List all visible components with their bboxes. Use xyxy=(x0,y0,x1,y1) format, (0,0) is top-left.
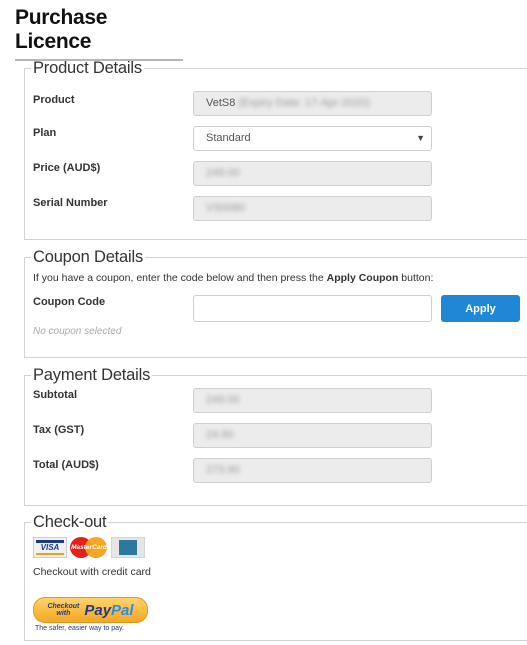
page-title: Purchase Licence xyxy=(15,6,183,61)
price-field: 249.00 xyxy=(193,161,432,186)
visa-icon[interactable]: VISA xyxy=(33,537,67,558)
coupon-details-section: Coupon Details If you have a coupon, ent… xyxy=(24,248,527,358)
paypal-logo-icon: PayPal xyxy=(84,602,133,619)
plan-label: Plan xyxy=(33,127,57,139)
product-expiry-blurred: (Expiry Date: 17-Apr-2020) xyxy=(238,97,370,109)
coupon-code-input[interactable] xyxy=(193,295,432,322)
mastercard-icon[interactable]: MasterCard xyxy=(70,537,108,558)
paypal-tagline: The safer, easier way to pay. xyxy=(35,625,124,632)
amex-icon[interactable] xyxy=(111,537,145,558)
tax-value-blurred: 24.90 xyxy=(206,429,234,441)
product-details-section: Product Details Product VetS8 (Expiry Da… xyxy=(24,59,527,240)
checkout-legend: Check-out xyxy=(33,513,107,531)
price-value-blurred: 249.00 xyxy=(206,167,240,179)
plan-select[interactable]: Standard ▼ xyxy=(193,126,432,151)
apply-coupon-button[interactable]: Apply Coupon xyxy=(441,295,520,342)
payment-details-section: Payment Details Subtotal 249.00 Tax (GST… xyxy=(24,366,527,506)
credit-card-text[interactable]: Checkout with credit card xyxy=(33,566,151,578)
total-value-blurred: 273.90 xyxy=(206,464,240,476)
product-label: Product xyxy=(33,94,75,106)
chevron-down-icon: ▼ xyxy=(416,133,425,143)
total-field: 273.90 xyxy=(193,458,432,483)
payment-details-legend: Payment Details xyxy=(33,366,151,384)
paypal-checkout-with: Checkout with xyxy=(47,603,79,617)
total-label: Total (AUD$) xyxy=(33,459,99,471)
product-value: VetS8 xyxy=(206,97,236,109)
plan-selected-value: Standard xyxy=(206,132,251,144)
instruction-suffix: button: xyxy=(398,272,434,284)
coupon-instructions: If you have a coupon, enter the code bel… xyxy=(33,272,433,284)
tax-label: Tax (GST) xyxy=(33,424,85,436)
product-field: VetS8 (Expiry Date: 17-Apr-2020) xyxy=(193,91,432,116)
subtotal-field: 249.00 xyxy=(193,388,432,413)
coupon-code-label: Coupon Code xyxy=(33,296,106,308)
price-label: Price (AUD$) xyxy=(33,162,101,174)
coupon-details-legend: Coupon Details xyxy=(33,248,144,266)
serial-label: Serial Number xyxy=(33,197,108,209)
paypal-line2: with xyxy=(56,610,71,617)
subtotal-label: Subtotal xyxy=(33,389,77,401)
paypal-checkout-button[interactable]: Checkout with PayPal xyxy=(33,597,148,623)
serial-value-blurred: VS0080 xyxy=(206,202,246,214)
tax-field: 24.90 xyxy=(193,423,432,448)
checkout-section: Check-out VISA MasterCard Checkout with … xyxy=(24,513,527,641)
mastercard-text: MasterCard xyxy=(71,544,107,551)
coupon-status: No coupon selected xyxy=(33,326,122,337)
paypal-pay: Pay xyxy=(84,601,112,619)
instruction-bold: Apply Coupon xyxy=(326,272,399,284)
product-details-legend: Product Details xyxy=(33,59,142,77)
instruction-text: If you have a coupon, enter the code bel… xyxy=(33,272,327,284)
paypal-line1: Checkout xyxy=(47,603,80,610)
paypal-pal: Pal xyxy=(111,601,134,619)
serial-field: VS0080 xyxy=(193,196,432,221)
credit-card-logos[interactable]: VISA MasterCard xyxy=(33,537,145,558)
subtotal-value-blurred: 249.00 xyxy=(206,394,240,406)
